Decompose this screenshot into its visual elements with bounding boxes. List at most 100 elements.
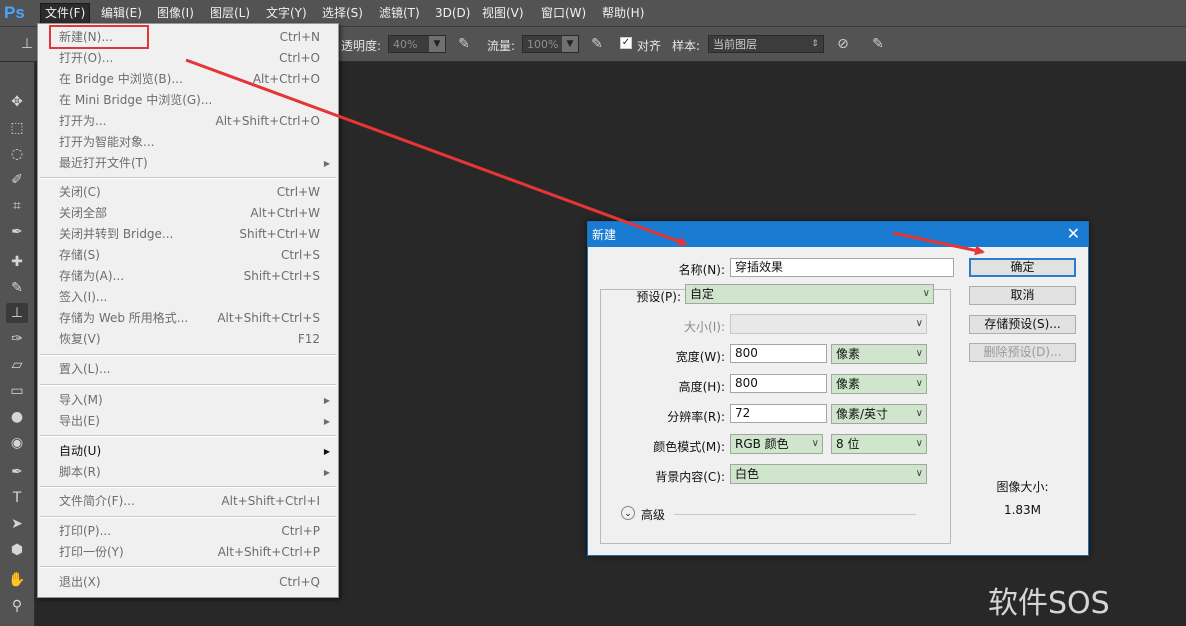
shape-tool-icon[interactable]: ⬢	[6, 540, 28, 560]
menu-item-print-one-copy[interactable]: 打印一份(Y) Alt+Shift+Ctrl+P	[38, 542, 338, 563]
delete-preset-button[interactable]: 删除预设(D)...	[969, 343, 1076, 362]
move-tool-icon[interactable]: ✥	[6, 92, 28, 112]
color-mode-select[interactable]: RGB 颜色 ∨	[730, 434, 823, 454]
ignore-adjustment-icon[interactable]: ⊘	[834, 35, 852, 53]
menu-item-import[interactable]: 导入(M) ▶	[38, 390, 338, 411]
menu-filter[interactable]: 滤镜(T)	[375, 3, 424, 23]
ok-button[interactable]: 确定	[969, 258, 1076, 277]
eyedropper-tool-icon[interactable]: ✒	[6, 222, 28, 242]
color-mode-label: 颜色模式(M):	[653, 440, 725, 454]
photoshop-logo: Ps	[4, 3, 25, 22]
menu-layer[interactable]: 图层(L)	[206, 3, 254, 23]
preset-label: 预设(P):	[636, 290, 681, 304]
dodge-tool-icon[interactable]: ◉	[6, 433, 28, 453]
gradient-tool-icon[interactable]: ▭	[6, 381, 28, 401]
width-unit-select[interactable]: 像素 ∨	[831, 344, 927, 364]
name-label: 名称(N):	[678, 263, 725, 277]
menu-separator	[40, 516, 336, 518]
menu-image[interactable]: 图像(I)	[153, 3, 198, 23]
flow-input[interactable]: 100% ▼	[522, 35, 579, 53]
chevron-down-icon: ∨	[915, 408, 923, 419]
menu-item-check-in[interactable]: 签入(I)...	[38, 287, 338, 308]
menu-item-exit[interactable]: 退出(X) Ctrl+Q	[38, 572, 338, 593]
submenu-arrow-icon: ▶	[323, 468, 330, 477]
crop-tool-icon[interactable]: ⌗	[6, 196, 28, 216]
height-input[interactable]: 800	[730, 374, 827, 393]
menu-item-scripts[interactable]: 脚本(R) ▶	[38, 462, 338, 483]
background-select[interactable]: 白色 ∨	[730, 464, 927, 484]
dialog-title-bar: 新建 ✕	[588, 222, 1088, 247]
menu-item-revert[interactable]: 恢复(V) F12	[38, 329, 338, 350]
menu-item-export[interactable]: 导出(E) ▶	[38, 411, 338, 432]
preset-select[interactable]: 自定 ∨	[685, 284, 934, 304]
advanced-label[interactable]: 高级	[641, 506, 665, 523]
image-size-label: 图像大小:	[996, 480, 1049, 494]
resolution-unit-select[interactable]: 像素/英寸 ∨	[831, 404, 927, 424]
menu-help[interactable]: 帮助(H)	[598, 3, 648, 23]
bit-depth-select[interactable]: 8 位 ∨	[831, 434, 927, 454]
opacity-input[interactable]: 40% ▼	[388, 35, 446, 53]
menu-item-place[interactable]: 置入(L)...	[38, 359, 338, 380]
lasso-tool-icon[interactable]: ◌	[6, 144, 28, 164]
eraser-tool-icon[interactable]: ▱	[6, 355, 28, 375]
menu-window[interactable]: 窗口(W)	[537, 3, 590, 23]
name-input[interactable]: 穿插效果	[730, 258, 954, 277]
type-tool-icon[interactable]: T	[6, 488, 28, 508]
menu-item-save[interactable]: 存储(S) Ctrl+S	[38, 245, 338, 266]
menu-item-close-all[interactable]: 关闭全部 Alt+Ctrl+W	[38, 203, 338, 224]
menu-item-open-smart-object[interactable]: 打开为智能对象...	[38, 132, 338, 153]
menu-view[interactable]: 视图(V)	[478, 3, 528, 23]
menu-select[interactable]: 选择(S)	[318, 3, 367, 23]
history-brush-tool-icon[interactable]: ✑	[6, 329, 28, 349]
chevron-down-icon: ∨	[915, 378, 923, 389]
menu-item-open[interactable]: 打开(O)... Ctrl+O	[38, 48, 338, 69]
tool-bar: ✥ ⬚ ◌ ✐ ⌗ ✒ ✚ ✎ ⊥ ✑ ▱ ▭ ● ◉ ✒ T ➤ ⬢ ✋ ⚲	[0, 62, 35, 626]
menu-item-close[interactable]: 关闭(C) Ctrl+W	[38, 182, 338, 203]
width-input[interactable]: 800	[730, 344, 827, 363]
sample-select[interactable]: 当前图层 ⇕	[708, 35, 824, 53]
airbrush-icon[interactable]: ✎	[455, 35, 473, 53]
menu-item-automate[interactable]: 自动(U) ▶	[38, 441, 338, 462]
expand-advanced-icon[interactable]: ⌄	[621, 506, 635, 520]
menu-item-save-as[interactable]: 存储为(A)... Shift+Ctrl+S	[38, 266, 338, 287]
cancel-button[interactable]: 取消	[969, 286, 1076, 305]
menu-edit[interactable]: 编辑(E)	[97, 3, 146, 23]
size-select[interactable]: ∨	[730, 314, 927, 334]
menu-item-save-for-web[interactable]: 存储为 Web 所用格式... Alt+Shift+Ctrl+S	[38, 308, 338, 329]
menu-item-close-goto-bridge[interactable]: 关闭并转到 Bridge... Shift+Ctrl+W	[38, 224, 338, 245]
marquee-tool-icon[interactable]: ⬚	[6, 118, 28, 138]
zoom-tool-icon[interactable]: ⚲	[6, 596, 28, 616]
background-label: 背景内容(C):	[655, 470, 725, 484]
height-unit-select[interactable]: 像素 ∨	[831, 374, 927, 394]
advanced-divider	[674, 514, 916, 515]
clone-stamp-tool-icon[interactable]: ⊥	[18, 35, 36, 53]
resolution-input[interactable]: 72	[730, 404, 827, 423]
hand-tool-icon[interactable]: ✋	[6, 570, 28, 590]
pen-tool-icon[interactable]: ✒	[6, 462, 28, 482]
path-select-tool-icon[interactable]: ➤	[6, 514, 28, 534]
align-checkbox[interactable]: ✓	[620, 37, 632, 49]
pressure-size-icon[interactable]: ✎	[869, 35, 887, 53]
menu-item-browse-mini-bridge[interactable]: 在 Mini Bridge 中浏览(G)...	[38, 90, 338, 111]
opacity-label: 透明度:	[341, 39, 382, 53]
brush-tool-icon[interactable]: ✎	[6, 278, 28, 298]
menu-3d[interactable]: 3D(D)	[431, 3, 474, 23]
menu-item-open-as[interactable]: 打开为... Alt+Shift+Ctrl+O	[38, 111, 338, 132]
clone-stamp-tool-icon[interactable]: ⊥	[6, 303, 28, 323]
image-size-value: 1.83M	[1003, 503, 1042, 517]
menu-item-print[interactable]: 打印(P)... Ctrl+P	[38, 521, 338, 542]
menu-file[interactable]: 文件(F)	[40, 3, 91, 25]
menu-item-recent-files[interactable]: 最近打开文件(T) ▶	[38, 153, 338, 174]
blur-tool-icon[interactable]: ●	[6, 407, 28, 427]
menu-item-browse-bridge[interactable]: 在 Bridge 中浏览(B)... Alt+Ctrl+O	[38, 69, 338, 90]
pressure-icon[interactable]: ✎	[588, 35, 606, 53]
menu-type[interactable]: 文字(Y)	[262, 3, 311, 23]
healing-brush-tool-icon[interactable]: ✚	[6, 252, 28, 272]
quick-select-tool-icon[interactable]: ✐	[6, 170, 28, 190]
height-label: 高度(H):	[678, 380, 725, 394]
width-label: 宽度(W):	[675, 350, 725, 364]
menu-item-file-info[interactable]: 文件简介(F)... Alt+Shift+Ctrl+I	[38, 491, 338, 512]
watermark: 软件SOS	[988, 586, 1110, 621]
close-icon[interactable]: ✕	[1067, 224, 1080, 243]
save-preset-button[interactable]: 存储预设(S)...	[969, 315, 1076, 334]
